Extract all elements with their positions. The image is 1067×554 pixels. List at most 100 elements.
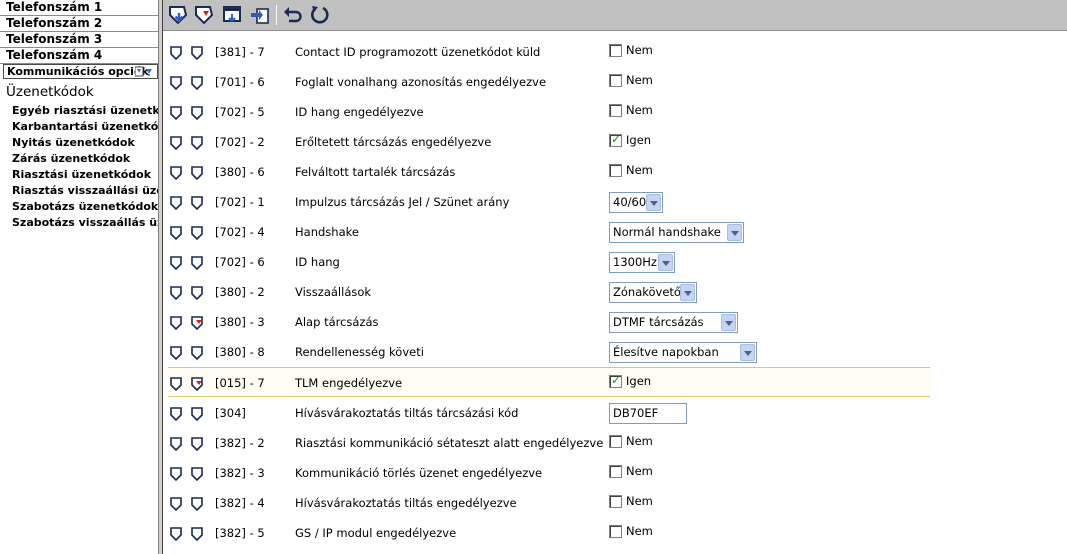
- section-code: [380] - 2: [215, 285, 265, 299]
- download-icon[interactable]: [167, 4, 189, 26]
- transfer-icon[interactable]: [249, 4, 271, 26]
- setting-dropdown[interactable]: Élesítve napokban: [609, 342, 757, 363]
- message-code-item[interactable]: Egyéb riasztási üzenetkódok: [12, 103, 158, 119]
- setting-checkbox[interactable]: [609, 494, 622, 508]
- message-code-item[interactable]: Szabotázs üzenetkódok: [12, 199, 158, 215]
- phone-number-item[interactable]: Telefonszám 4: [0, 48, 158, 64]
- setting-description: Impulzus tárcsázás Jel / Szünet arány: [295, 195, 510, 209]
- section-code: [380] - 6: [215, 165, 265, 179]
- chevron-down-icon[interactable]: [740, 344, 755, 361]
- shield-icon[interactable]: [170, 76, 182, 90]
- setting-checkbox[interactable]: [609, 434, 622, 448]
- shield-icon[interactable]: [191, 226, 203, 240]
- shield-icon[interactable]: [191, 256, 203, 270]
- message-codes-title: Üzenetkódok: [6, 84, 94, 100]
- setting-text-input[interactable]: DB70EF: [609, 403, 687, 424]
- setting-checkbox-label: Nem: [626, 73, 653, 87]
- chevron-down-icon[interactable]: [646, 194, 661, 211]
- message-code-item[interactable]: Zárás üzenetkódok: [12, 151, 158, 167]
- setting-dropdown[interactable]: Zónakövető: [609, 282, 697, 303]
- shield-icon[interactable]: [170, 407, 182, 421]
- section-code: [701] - 6: [215, 75, 265, 89]
- message-code-item[interactable]: Riasztási üzenetkódok: [12, 167, 158, 183]
- window-icon[interactable]: [221, 4, 243, 26]
- message-code-item[interactable]: Karbantartási üzenetkódok: [12, 119, 158, 135]
- setting-control: DTMF tárcsázás: [609, 312, 738, 333]
- phone-number-item[interactable]: Telefonszám 2: [0, 16, 158, 32]
- section-code: [382] - 3: [215, 466, 265, 480]
- message-code-item[interactable]: Nyitás üzenetkódok: [12, 135, 158, 151]
- shield-icon[interactable]: [170, 286, 182, 300]
- phone-number-item[interactable]: Telefonszám 1: [0, 0, 158, 16]
- shield-icon[interactable]: [191, 527, 203, 541]
- shield-icon[interactable]: [170, 106, 182, 120]
- setting-description: Riasztási kommunikáció sétateszt alatt e…: [295, 436, 604, 450]
- setting-description: Contact ID programozott üzenetkódot küld: [295, 45, 541, 59]
- chevron-down-icon[interactable]: [721, 314, 736, 331]
- shield-icon[interactable]: [170, 377, 182, 391]
- setting-description: Hívásvárakoztatás tiltás tárcsázási kód: [295, 406, 519, 420]
- setting-dropdown[interactable]: 1300Hz: [609, 252, 675, 273]
- setting-checkbox[interactable]: [609, 132, 622, 147]
- setting-checkbox[interactable]: [609, 73, 622, 87]
- chevron-down-icon[interactable]: [658, 254, 673, 271]
- shield-icon[interactable]: [170, 256, 182, 270]
- setting-dropdown-value: 40/60: [613, 195, 647, 209]
- navigation-arrows-icon[interactable]: [135, 66, 155, 77]
- shield-icon[interactable]: [191, 46, 203, 60]
- shield-icon[interactable]: [191, 136, 203, 150]
- setting-checkbox-label: Nem: [626, 103, 653, 117]
- setting-description: Alap tárcsázás: [295, 315, 379, 329]
- setting-row: [382] - 2 Riasztási kommunikáció sétatesz…: [168, 428, 930, 458]
- shield-icon[interactable]: [191, 166, 203, 180]
- setting-checkbox[interactable]: [609, 464, 622, 478]
- upload-icon[interactable]: [193, 4, 215, 26]
- shield-icon[interactable]: [170, 527, 182, 541]
- shield-icon[interactable]: [170, 497, 182, 511]
- shield-icon[interactable]: [191, 467, 203, 481]
- shield-icon[interactable]: [191, 346, 203, 360]
- shield-flag-icon[interactable]: [191, 316, 203, 330]
- chevron-down-icon[interactable]: [727, 224, 742, 241]
- setting-checkbox-label: Nem: [626, 524, 653, 538]
- message-code-item[interactable]: Szabotázs visszaállás üzenetkódok: [12, 215, 158, 231]
- setting-row: [382] - 4 Hívásvárakoztatás tiltás engedé…: [168, 488, 930, 518]
- setting-checkbox[interactable]: [609, 103, 622, 117]
- shield-icon[interactable]: [170, 196, 182, 210]
- shield-icon[interactable]: [191, 497, 203, 511]
- setting-checkbox-label: Nem: [626, 494, 653, 508]
- shield-icon[interactable]: [191, 286, 203, 300]
- shield-icon[interactable]: [191, 437, 203, 451]
- shield-icon[interactable]: [170, 316, 182, 330]
- undo-icon[interactable]: [282, 4, 304, 26]
- shield-icon[interactable]: [170, 346, 182, 360]
- setting-control: Nem: [609, 72, 653, 87]
- shield-icon[interactable]: [170, 437, 182, 451]
- communication-options-item[interactable]: Kommunikációs opciók: [3, 64, 158, 79]
- refresh-icon[interactable]: [309, 4, 331, 26]
- setting-checkbox[interactable]: [609, 524, 622, 538]
- shield-icon[interactable]: [170, 46, 182, 60]
- section-code: [702] - 1: [215, 195, 265, 209]
- setting-checkbox[interactable]: [609, 43, 622, 57]
- shield-icon[interactable]: [170, 226, 182, 240]
- section-code: [015] - 7: [215, 376, 265, 390]
- message-code-item[interactable]: Riasztás visszaállási üzenetkódok: [12, 183, 158, 199]
- setting-checkbox[interactable]: [609, 163, 622, 177]
- setting-dropdown[interactable]: 40/60: [609, 192, 663, 213]
- shield-flag-icon[interactable]: [191, 377, 203, 391]
- setting-row: [015] - 7 TLM engedélyezve Igen: [168, 367, 930, 397]
- phone-number-item[interactable]: Telefonszám 3: [0, 32, 158, 48]
- shield-icon[interactable]: [191, 196, 203, 210]
- shield-icon[interactable]: [191, 106, 203, 120]
- chevron-down-icon[interactable]: [680, 284, 695, 301]
- setting-dropdown[interactable]: DTMF tárcsázás: [609, 312, 738, 333]
- setting-dropdown[interactable]: Normál handshake: [609, 222, 744, 243]
- shield-icon[interactable]: [170, 166, 182, 180]
- message-codes-list: Egyéb riasztási üzenetkódokKarbantartási…: [12, 103, 158, 231]
- shield-icon[interactable]: [170, 467, 182, 481]
- shield-icon[interactable]: [191, 407, 203, 421]
- shield-icon[interactable]: [191, 76, 203, 90]
- shield-icon[interactable]: [170, 136, 182, 150]
- setting-checkbox[interactable]: [609, 373, 622, 388]
